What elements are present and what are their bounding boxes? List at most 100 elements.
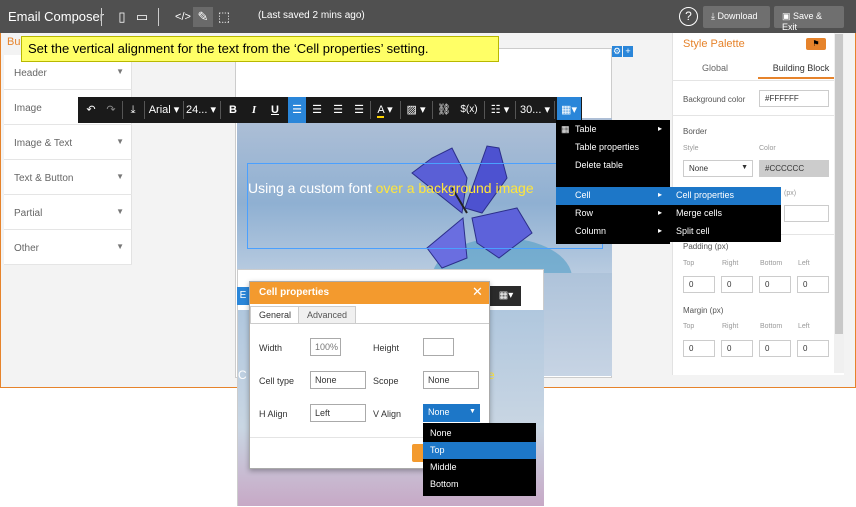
menu-item-table[interactable]: ▦ Table ▸ [556, 121, 670, 139]
ok-button[interactable] [412, 444, 423, 462]
padding-top-input[interactable]: 0 [683, 276, 715, 293]
edit-pencil-icon[interactable]: ✎ [193, 7, 213, 27]
line-height-select[interactable]: 30... ▾ [518, 97, 552, 123]
divider [101, 8, 102, 26]
align-right-button[interactable]: ☰ [329, 97, 347, 123]
margin-right-input[interactable]: 0 [721, 340, 753, 357]
padding-right-input[interactable]: 0 [721, 276, 753, 293]
menu-item-label: Table [575, 124, 597, 134]
menu-item-split-cell[interactable]: Split cell [670, 223, 781, 241]
add-icon[interactable]: + [623, 46, 633, 57]
h-align-select[interactable]: Left [310, 404, 366, 422]
chevron-down-icon: ▼ [469, 408, 476, 415]
padding-top-label: Top [683, 260, 695, 267]
menu-item-column[interactable]: Column ▸ [556, 223, 670, 241]
menu-item-cell[interactable]: Cell ▸ [556, 187, 670, 205]
menu-item-cell-properties[interactable]: Cell properties [670, 187, 781, 205]
hero-heading[interactable]: Using a custom font over a background im… [248, 180, 534, 196]
tab-global[interactable]: Global [672, 57, 758, 79]
block-category-other[interactable]: Other ▼ [4, 230, 132, 265]
block-handle-icon[interactable]: E [237, 287, 249, 305]
border-style-select[interactable]: None ▼ [683, 160, 753, 177]
mobile-view-icon[interactable]: ▯ [112, 7, 132, 27]
padding-bottom-input[interactable]: 0 [759, 276, 791, 293]
chevron-right-icon: ▸ [657, 124, 662, 133]
menu-item-merge-cells[interactable]: Merge cells [670, 205, 781, 223]
menu-item-delete-table[interactable]: Delete table [556, 157, 670, 175]
font-family-select[interactable]: Arial ▾ [146, 97, 182, 123]
list-button[interactable]: ☷ ▾ [487, 97, 513, 123]
tab-advanced[interactable]: Advanced [298, 306, 357, 323]
chevron-down-icon: ▼ [116, 242, 124, 251]
border-color-input[interactable]: #CCCCCC [759, 160, 829, 177]
help-icon[interactable]: ? [679, 7, 698, 26]
h-align-label: H Align [259, 409, 288, 419]
margin-top-input[interactable]: 0 [683, 340, 715, 357]
save-exit-button[interactable]: ▣ Save & Exit [774, 6, 844, 32]
desktop-view-icon[interactable]: ▭ [132, 7, 152, 27]
width-input[interactable]: 100% [310, 338, 341, 356]
settings-icon[interactable]: ⚙ [612, 46, 622, 57]
bold-button[interactable]: B [224, 97, 242, 123]
download-button[interactable]: ⤓ Download [703, 6, 770, 28]
menu-item-row[interactable]: Row ▸ [556, 205, 670, 223]
font-size-select[interactable]: 24... ▾ [185, 97, 217, 123]
font-color-icon: A [377, 104, 385, 118]
download-icon[interactable]: ⤓ [124, 97, 142, 123]
block-category-image-text[interactable]: Image & Text ▼ [4, 125, 132, 160]
italic-button[interactable]: I [245, 97, 263, 123]
margin-bottom-input[interactable]: 0 [759, 340, 791, 357]
list-icon: ☷ [490, 104, 501, 116]
divider [672, 115, 834, 116]
divider [158, 8, 159, 26]
code-view-icon[interactable]: </> [173, 7, 193, 27]
align-justify-button[interactable]: ☰ [350, 97, 368, 123]
block-category-text-button[interactable]: Text & Button ▼ [4, 160, 132, 195]
font-size-value: 24... [186, 104, 208, 116]
chevron-down-icon: ▼ [116, 172, 124, 181]
tab-general[interactable]: General [250, 306, 301, 323]
v-align-option-bottom[interactable]: Bottom [423, 476, 536, 493]
padding-left-label: Left [798, 260, 810, 267]
chevron-right-icon: ▸ [657, 208, 662, 217]
menu-item-table-properties[interactable]: Table properties [556, 139, 670, 157]
menu-item-label: Column [575, 226, 607, 236]
align-center-button[interactable]: ☰ [308, 97, 326, 123]
background-color-button[interactable]: ▨ ▾ [403, 97, 429, 123]
scope-select[interactable]: None [423, 371, 479, 389]
table-icon: ▦ [561, 104, 572, 116]
margin-left-input[interactable]: 0 [797, 340, 829, 357]
divider [144, 101, 145, 119]
underline-button[interactable]: U [266, 97, 284, 123]
variable-button[interactable]: $(x) [456, 97, 482, 123]
margin-top-label: Top [683, 323, 695, 330]
padding-left-input[interactable]: 0 [797, 276, 829, 293]
close-icon[interactable]: ✕ [472, 284, 483, 300]
pin-icon[interactable]: ⚑ [806, 38, 826, 50]
height-input[interactable] [423, 338, 454, 356]
menu-item-label: Table properties [575, 142, 640, 152]
width-label: Width [259, 343, 283, 353]
block-category-partial[interactable]: Partial ▼ [4, 195, 132, 230]
scrollbar-thumb[interactable] [835, 34, 843, 334]
margin-left-label: Left [798, 323, 810, 330]
undo-icon[interactable]: ↶ [82, 97, 100, 123]
redo-icon[interactable]: ↷ [102, 97, 120, 123]
link-icon[interactable]: ⛓ [435, 97, 453, 123]
select-area-icon[interactable]: ⬚ [214, 7, 234, 27]
menu-item-label: Row [575, 208, 594, 218]
tab-building-block[interactable]: Building Block [758, 57, 844, 79]
table-icon: ▦ [561, 124, 570, 134]
align-left-button[interactable]: ☰ [288, 97, 306, 123]
margin-bottom-label: Bottom [760, 323, 783, 330]
hero-text-white: Using a custom font [248, 180, 372, 196]
v-align-option-top[interactable]: Top [423, 442, 536, 459]
background-color-input[interactable]: #FFFFFF [759, 90, 829, 107]
font-color-button[interactable]: A ▾ [373, 97, 397, 123]
dialog-title: Cell properties [250, 282, 489, 304]
table-button-secondary[interactable]: ▦▾ [491, 286, 521, 306]
v-align-option-middle[interactable]: Middle [423, 459, 536, 476]
cell-type-select[interactable]: None [310, 371, 366, 389]
radius-input[interactable] [784, 205, 829, 222]
v-align-option-none[interactable]: None [423, 425, 536, 442]
